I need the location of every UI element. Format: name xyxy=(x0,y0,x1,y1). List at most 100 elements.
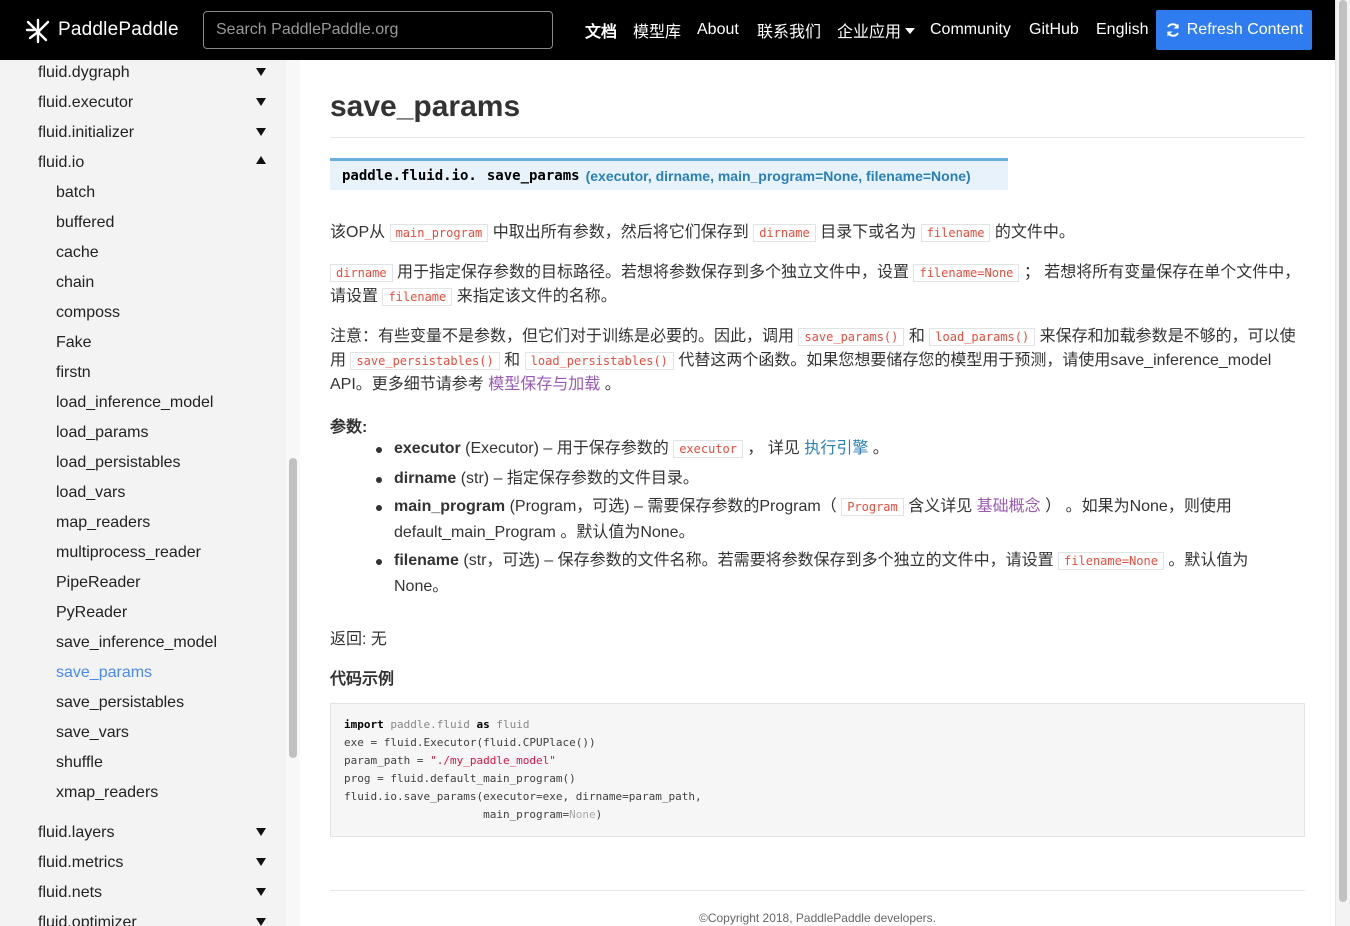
inline-code: dirname xyxy=(330,264,393,282)
expand-arrow-icon[interactable] xyxy=(256,858,266,866)
basic-concepts-link[interactable]: 基础概念 xyxy=(977,498,1041,515)
nav-enterprise-label: 企业应用 xyxy=(837,24,902,41)
sidebar-scrollbar-thumb[interactable] xyxy=(289,458,297,758)
sig-prefix: paddle.fluid.io. xyxy=(342,167,477,184)
nav-about[interactable]: About xyxy=(697,0,739,60)
sidebar-subitem[interactable]: load_inference_model xyxy=(56,388,213,418)
refresh-content-button[interactable]: Refresh Content xyxy=(1156,10,1312,50)
refresh-content-label: Refresh Content xyxy=(1186,21,1304,38)
expand-arrow-icon[interactable] xyxy=(256,98,266,106)
sidebar-scrollbar[interactable] xyxy=(286,60,300,926)
sidebar-item-label: fluid.dygraph xyxy=(38,64,130,81)
page-scrollbar[interactable] xyxy=(1335,0,1350,926)
sidebar-item-label: fluid.nets xyxy=(38,884,103,901)
sidebar-item-fluid-layers[interactable]: fluid.layers xyxy=(38,818,270,848)
page-scrollbar-thumb[interactable] xyxy=(1339,0,1347,902)
sidebar-item-label: fluid.layers xyxy=(38,824,115,841)
expand-arrow-icon[interactable] xyxy=(256,68,266,76)
param-name: dirname xyxy=(394,470,457,487)
description-paragraph-1: 该OP从 main_program 中取出所有参数，然后将它们保存到 dirna… xyxy=(330,224,1075,242)
api-signature: paddle.fluid.io. save_params (executor, … xyxy=(330,158,1008,190)
sidebar-item-label: fluid.optimizer xyxy=(38,914,137,926)
sidebar-subitem[interactable]: load_vars xyxy=(56,478,125,508)
bullet xyxy=(376,505,382,511)
expand-arrow-icon[interactable] xyxy=(256,828,266,836)
sidebar-item-fluid-metrics[interactable]: fluid.metrics xyxy=(38,848,270,878)
code-example-block[interactable]: import paddle.fluid as fluid exe = fluid… xyxy=(330,703,1305,837)
nav-models[interactable]: 模型库 xyxy=(633,0,681,60)
sidebar-subitem[interactable]: PyReader xyxy=(56,598,127,628)
nav-contact[interactable]: 联系我们 xyxy=(757,0,821,60)
executor-engine-link[interactable]: 执行引擎 xyxy=(804,440,868,457)
sidebar-subitem[interactable]: firstn xyxy=(56,358,91,388)
bullet xyxy=(376,559,382,565)
sidebar-subitem[interactable]: batch xyxy=(56,178,95,208)
inline-code: save_params() xyxy=(798,328,905,346)
bullet xyxy=(376,477,382,483)
top-navbar: PaddlePaddle 文档 模型库 About 联系我们 企业应用 Comm… xyxy=(0,0,1335,60)
sidebar-item-fluid-dygraph[interactable]: fluid.dygraph xyxy=(38,60,270,88)
description-paragraph-2: dirname 用于指定保存参数的目标路径。若想将参数保存到多个独立文件中，设置… xyxy=(330,264,1301,306)
param-executor: executor (Executor) – 用于保存参数的 executor ，… xyxy=(376,436,1274,462)
inline-code: load_params() xyxy=(929,328,1036,346)
sidebar-item-fluid-executor[interactable]: fluid.executor xyxy=(38,88,270,118)
sidebar-subitem[interactable]: shuffle xyxy=(56,748,103,778)
nav-docs[interactable]: 文档 xyxy=(585,0,617,60)
sidebar-subitem[interactable]: save_inference_model xyxy=(56,628,217,658)
collapse-arrow-icon[interactable] xyxy=(256,156,266,164)
sidebar-item-label: fluid.metrics xyxy=(38,854,124,871)
inline-code: dirname xyxy=(753,224,816,242)
param-name: filename xyxy=(394,552,459,569)
sidebar-subitem[interactable]: buffered xyxy=(56,208,114,238)
inline-code: Program xyxy=(841,498,904,516)
sidebar-subitem[interactable]: map_readers xyxy=(56,508,150,538)
model-save-load-link[interactable]: 模型保存与加载 xyxy=(488,376,600,393)
nav-community[interactable]: Community xyxy=(930,0,1011,60)
nav-enterprise-dropdown[interactable]: 企业应用 xyxy=(837,0,916,60)
sidebar-subitem[interactable]: load_persistables xyxy=(56,448,181,478)
sidebar-subitem[interactable]: PipeReader xyxy=(56,568,141,598)
caret-down-icon xyxy=(905,28,916,34)
inline-code: save_persistables() xyxy=(350,352,500,370)
bullet xyxy=(376,447,382,453)
nav-github[interactable]: GitHub xyxy=(1029,0,1079,60)
inline-code: filename=None xyxy=(913,264,1020,282)
param-dirname: dirname (str) – 指定保存参数的文件目录。 xyxy=(376,466,1274,492)
search-input[interactable] xyxy=(203,11,553,49)
footer-divider xyxy=(330,890,1305,891)
sig-name: save_params xyxy=(486,167,580,184)
sidebar-subitem[interactable]: chain xyxy=(56,268,94,298)
sidebar-item-fluid-initializer[interactable]: fluid.initializer xyxy=(38,118,270,148)
inline-code: load_persistables() xyxy=(524,352,674,370)
sidebar-subitem[interactable]: Fake xyxy=(56,328,92,358)
brand-logo[interactable]: PaddlePaddle xyxy=(24,16,179,44)
inline-code: executor xyxy=(673,440,743,458)
expand-arrow-icon[interactable] xyxy=(256,128,266,136)
expand-arrow-icon[interactable] xyxy=(256,888,266,896)
refresh-icon xyxy=(1166,23,1179,37)
example-heading: 代码示例 xyxy=(330,671,395,688)
param-name: executor xyxy=(394,440,461,457)
sidebar-subitem[interactable]: xmap_readers xyxy=(56,778,158,808)
sidebar-subitem[interactable]: composs xyxy=(56,298,120,328)
sidebar-item-label: fluid.io xyxy=(38,154,85,171)
nav-language-english[interactable]: English xyxy=(1096,0,1148,60)
sidebar-subitem[interactable]: multiprocess_reader xyxy=(56,538,201,568)
params-heading: 参数: xyxy=(330,419,368,436)
page-title: save_params xyxy=(330,90,521,123)
note-paragraph: 注意：有些变量不是参数，但它们对于训练是必要的。因此，调用 save_param… xyxy=(330,328,1296,393)
sidebar-item-fluid-nets[interactable]: fluid.nets xyxy=(38,878,270,908)
inline-code: filename=None xyxy=(1058,552,1164,570)
sidebar-subitem[interactable]: save_persistables xyxy=(56,688,184,718)
sidebar-subitem[interactable]: cache xyxy=(56,238,99,268)
sidebar-item-fluid-optimizer[interactable]: fluid.optimizer xyxy=(38,908,270,926)
sidebar-item-label: fluid.initializer xyxy=(38,124,135,141)
param-main-program: main_program (Program，可选) – 需要保存参数的Progr… xyxy=(376,494,1274,546)
sidebar-subitem-active[interactable]: save_params xyxy=(56,658,152,688)
sidebar-subitem[interactable]: load_params xyxy=(56,418,149,448)
sidebar-item-fluid-io[interactable]: fluid.io xyxy=(38,148,270,178)
expand-arrow-icon[interactable] xyxy=(256,918,266,926)
param-name: main_program xyxy=(394,498,506,515)
sidebar-subitem[interactable]: save_vars xyxy=(56,718,129,748)
copyright-text: ©Copyright 2018, PaddlePaddle developers… xyxy=(699,911,936,925)
